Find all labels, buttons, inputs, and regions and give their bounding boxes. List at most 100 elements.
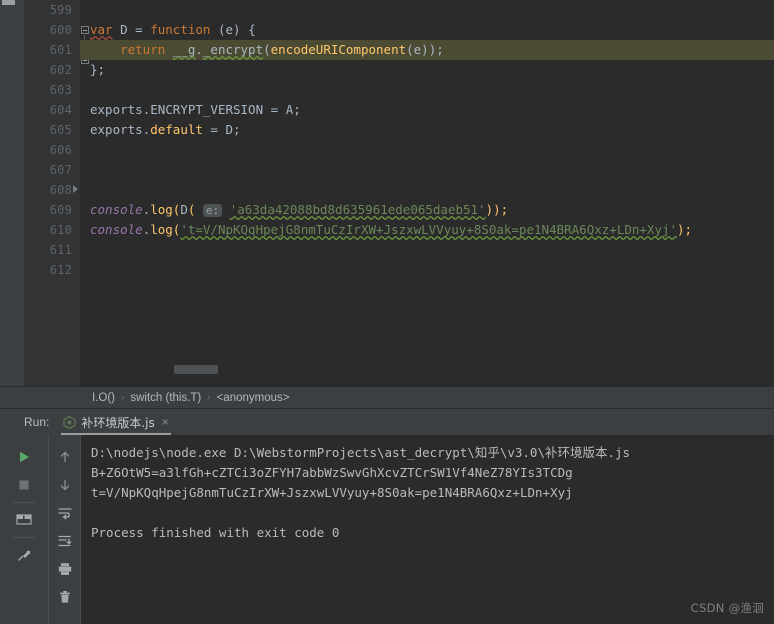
token-hash-string: 'a63da42088bd8d635961ede065daeb51'	[229, 202, 486, 217]
line-number: 607	[49, 163, 72, 177]
soft-wrap-button[interactable]	[51, 499, 79, 527]
line-number: 611	[49, 243, 72, 257]
token-close-brace: };	[90, 62, 106, 77]
line-number: 603	[49, 83, 72, 97]
toolbar-divider	[12, 502, 36, 503]
line-number: 601	[49, 43, 72, 57]
line-number: 604	[49, 103, 72, 117]
ide-window: 599 600 601 602 603 604 605 606 607 608 …	[0, 0, 774, 624]
code-line-highlighted: return __g._encrypt(encodeURIComponent(e…	[80, 40, 774, 60]
token-call-close: ));	[485, 202, 509, 217]
console-command-cn-2: 补环境版本	[544, 445, 608, 460]
line-number: 602	[49, 63, 72, 77]
code-line: var D = function (e) {	[80, 20, 774, 40]
token-close-paren: );	[428, 42, 444, 57]
line-number: 599	[49, 3, 72, 17]
token-console: console	[90, 202, 143, 217]
code-line: console.log(D( e: 'a63da42088bd8d635961e…	[90, 202, 509, 217]
line-number: 610	[49, 223, 72, 237]
watermark: CSDN @渔洄	[690, 601, 764, 615]
rerun-button[interactable]	[10, 443, 38, 471]
breadcrumb-separator-icon: ›	[121, 392, 125, 403]
token-d-call: D	[180, 202, 188, 217]
breadcrumb: I.O() › switch (this.T) › <anonymous>	[0, 386, 774, 408]
console-output-line-1: B+Z6OtW5=a3lfGh+cZTCi3oZFYH7abbWzSwvGhXc…	[91, 465, 573, 480]
breadcrumb-item-1[interactable]: switch (this.T)	[130, 392, 201, 404]
breadcrumb-separator-icon: ›	[207, 392, 211, 403]
run-tool-window: Run: 补环境版本.js × D:\nodejs\node.exe D:\We…	[0, 408, 774, 624]
token-token-string: 't=V/NpKQqHpejG8nmTuCzIrXW+JszxwLVVyuy+8…	[180, 222, 678, 237]
code-line: };	[80, 60, 774, 80]
line-number: 600	[49, 23, 72, 37]
console-command-mid: \v3.0\	[499, 445, 545, 460]
prev-occurrence-button[interactable]	[51, 443, 79, 471]
toolbar-divider	[12, 537, 36, 538]
code-content[interactable]: var D = function (e) { return __g._encry…	[80, 0, 774, 386]
editor-gutter[interactable]: 599 600 601 602 603 604 605 606 607 608 …	[24, 0, 80, 386]
token-g-object: __g	[172, 42, 196, 57]
console-command-line: D:\nodejs\node.exe D:\WebstormProjects\a…	[91, 443, 774, 463]
token-encrypt-version: ENCRYPT_VERSION	[150, 102, 264, 117]
token-encrypt-method: _encrypt	[202, 42, 264, 57]
run-console-output[interactable]: D:\nodejs\node.exe D:\WebstormProjects\a…	[80, 435, 774, 624]
token-log: log	[150, 202, 173, 217]
run-toolbar-secondary	[48, 435, 80, 624]
editor-left-stripe	[0, 0, 24, 386]
editor-stripe-marker	[2, 0, 15, 5]
pin-tab-button[interactable]	[10, 541, 38, 569]
run-tab-title: 补环境版本.js	[81, 415, 155, 430]
token-identifier-d: D	[120, 22, 128, 37]
line-number: 608	[49, 183, 72, 197]
code-line: exports.default = D;	[90, 122, 241, 137]
token-var: var	[90, 22, 113, 37]
run-tab-active[interactable]: 补环境版本.js ×	[57, 409, 174, 435]
run-tool-header: Run: 补环境版本.js ×	[0, 409, 774, 435]
parameter-hint-e: e:	[202, 204, 223, 217]
run-toolbar-primary	[0, 435, 48, 624]
code-line: exports.ENCRYPT_VERSION = A;	[90, 102, 301, 117]
breadcrumb-item-0[interactable]: I.O()	[92, 392, 115, 404]
token-log: log	[150, 222, 173, 237]
next-occurrence-button[interactable]	[51, 471, 79, 499]
token-e-arg: (e)	[406, 42, 429, 57]
scroll-to-end-button[interactable]	[51, 527, 79, 555]
line-number: 609	[49, 203, 72, 217]
run-label: Run:	[24, 415, 50, 429]
layout-settings-button[interactable]	[10, 506, 38, 534]
token-call-close: );	[677, 222, 693, 237]
token-open-paren: (	[263, 42, 271, 57]
javascript-file-icon	[63, 415, 76, 429]
token-d-value: D;	[225, 122, 241, 137]
console-command-cn-1: 知乎	[474, 445, 500, 460]
line-number: 606	[49, 143, 72, 157]
editor-horizontal-scrollbar[interactable]	[160, 364, 774, 376]
console-command-suffix: .js	[607, 445, 631, 460]
run-tool-body: D:\nodejs\node.exe D:\WebstormProjects\a…	[0, 435, 774, 624]
token-dot: .	[195, 42, 203, 57]
token-function: function	[150, 22, 211, 37]
print-button[interactable]	[51, 555, 79, 583]
token-exports: exports	[90, 102, 143, 117]
scrollbar-thumb[interactable]	[174, 365, 218, 374]
token-a-value: A;	[285, 102, 301, 117]
token-default: default	[150, 122, 203, 137]
token-console: console	[90, 222, 143, 237]
fold-expand-arrow-icon[interactable]	[73, 185, 78, 193]
token-return: return	[120, 42, 166, 57]
breadcrumb-item-2[interactable]: <anonymous>	[217, 392, 290, 404]
clear-all-button[interactable]	[51, 583, 79, 611]
console-command-prefix: D:\nodejs\node.exe D:\WebstormProjects\a…	[91, 445, 475, 460]
token-params: (e) {	[217, 22, 256, 37]
stop-button[interactable]	[10, 471, 38, 499]
line-number: 612	[49, 263, 72, 277]
console-exit-line: Process finished with exit code 0	[91, 525, 340, 540]
close-icon[interactable]: ×	[160, 416, 169, 428]
